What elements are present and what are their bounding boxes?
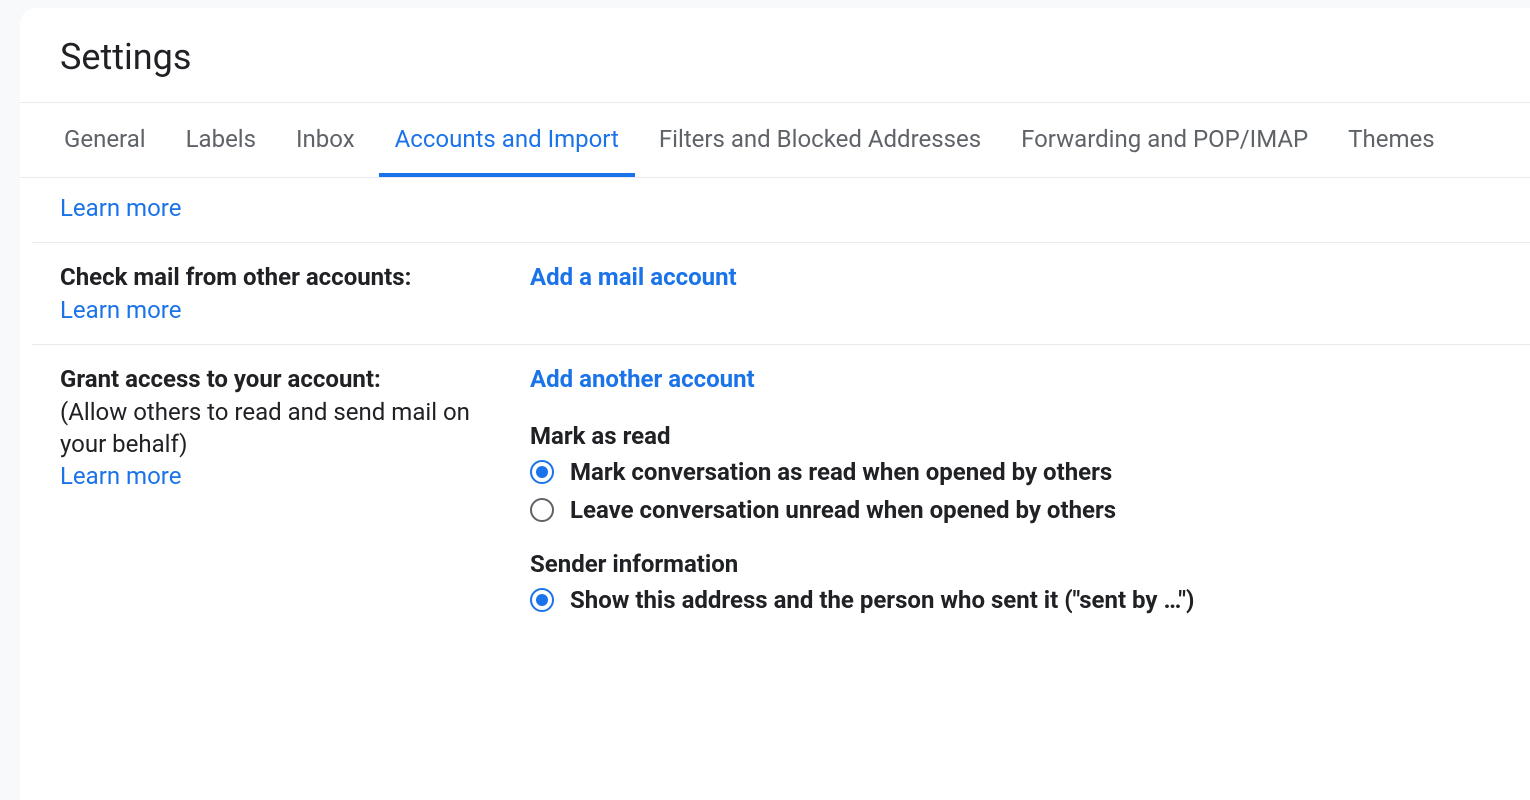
sender-info-option-label[interactable]: Show this address and the person who sen… [570,584,1194,616]
leave-unread-option-label[interactable]: Leave conversation unread when opened by… [570,494,1116,526]
grant-access-sublabel: (Allow others to read and send mail on y… [60,396,510,461]
sender-info-heading: Sender information [530,550,1530,578]
previous-section-learn-more-row: Learn more [32,178,1530,243]
check-mail-left: Check mail from other accounts: Learn mo… [60,261,530,326]
mark-as-read-option-row: Mark conversation as read when opened by… [530,456,1530,488]
grant-access-section: Grant access to your account: (Allow oth… [32,345,1530,635]
grant-access-learn-more-link[interactable]: Learn more [60,460,181,492]
leave-unread-radio[interactable] [530,498,554,522]
tab-filters-and-blocked[interactable]: Filters and Blocked Addresses [643,103,997,177]
tab-accounts-and-import[interactable]: Accounts and Import [379,103,635,177]
settings-panel: Settings General Labels Inbox Accounts a… [20,8,1530,800]
grant-access-right: Add another account Mark as read Mark co… [530,363,1530,617]
leave-unread-option-row: Leave conversation unread when opened by… [530,494,1530,526]
check-mail-right: Add a mail account [530,261,1530,326]
sender-info-option-row: Show this address and the person who sen… [530,584,1530,616]
tab-general[interactable]: General [48,103,162,177]
mark-read-option-label[interactable]: Mark conversation as read when opened by… [570,456,1112,488]
page-title: Settings [20,8,1530,102]
tab-themes[interactable]: Themes [1332,103,1450,177]
spacer [530,396,1530,410]
grant-access-left: Grant access to your account: (Allow oth… [60,363,530,617]
check-mail-section: Check mail from other accounts: Learn mo… [32,243,1530,345]
sender-info-radio-checked[interactable] [530,588,554,612]
tab-inbox[interactable]: Inbox [280,103,371,177]
mark-as-read-heading: Mark as read [530,422,1530,450]
tab-labels[interactable]: Labels [170,103,272,177]
grant-access-label: Grant access to your account: [60,363,510,395]
settings-tabs: General Labels Inbox Accounts and Import… [20,102,1530,178]
tab-forwarding-pop-imap[interactable]: Forwarding and POP/IMAP [1005,103,1324,177]
check-mail-learn-more-link[interactable]: Learn more [60,294,181,326]
settings-content: Learn more Check mail from other account… [20,178,1530,635]
check-mail-label: Check mail from other accounts: [60,261,510,293]
learn-more-link[interactable]: Learn more [60,192,181,224]
add-mail-account-link[interactable]: Add a mail account [530,263,737,291]
add-another-account-link[interactable]: Add another account [530,365,755,393]
mark-read-radio-checked[interactable] [530,460,554,484]
